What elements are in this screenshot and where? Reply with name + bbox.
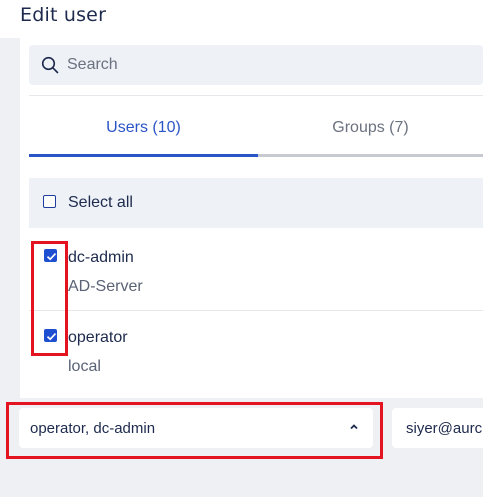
row-divider xyxy=(29,310,483,311)
tab-groups[interactable]: Groups (7) xyxy=(258,108,483,148)
dialog-title: Edit user xyxy=(20,4,107,26)
user-source: AD-Server xyxy=(68,278,143,295)
search-input[interactable] xyxy=(67,45,467,85)
tab-users[interactable]: Users (10) xyxy=(29,108,258,148)
tab-underline-active xyxy=(29,154,258,157)
left-strip xyxy=(0,38,20,398)
dialog-header: Edit user xyxy=(0,0,483,38)
user-name: operator xyxy=(68,329,128,346)
email-field[interactable]: siyer@aurc xyxy=(392,408,483,448)
highlight-box xyxy=(6,402,383,459)
select-all-label: Select all xyxy=(68,194,133,211)
select-all-checkbox[interactable] xyxy=(43,195,56,208)
search-box[interactable] xyxy=(29,45,483,85)
search-icon xyxy=(41,56,59,74)
select-all-row[interactable]: Select all xyxy=(29,178,483,228)
user-name: dc-admin xyxy=(68,249,134,266)
highlight-box xyxy=(31,241,68,356)
email-value: siyer@aurc xyxy=(406,420,483,437)
divider xyxy=(29,95,483,96)
user-source: local xyxy=(68,358,101,375)
user-picker-panel: Users (10) Groups (7) Select all dc-admi… xyxy=(20,38,483,398)
